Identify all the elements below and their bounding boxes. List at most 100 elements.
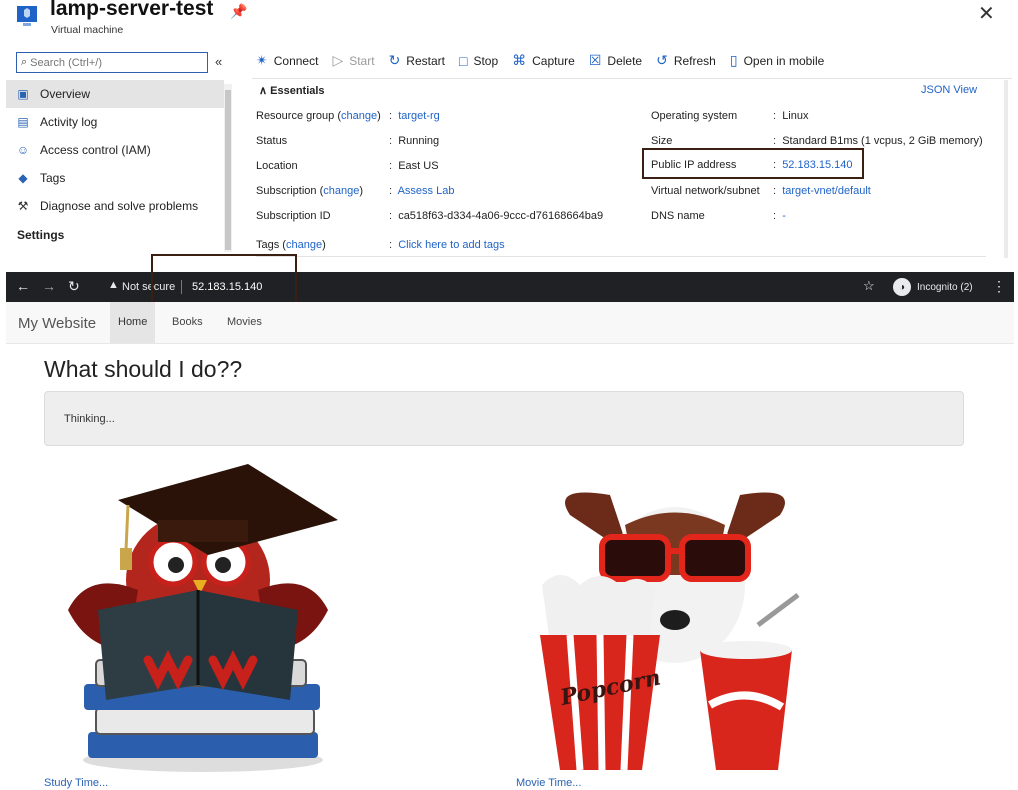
trash-icon: ☒ bbox=[588, 52, 602, 68]
page-subtitle: Virtual machine bbox=[51, 24, 124, 36]
vnet-label: Virtual network/subnet bbox=[651, 185, 760, 197]
refresh-icon: ↺ bbox=[656, 52, 668, 68]
size-value: Standard B1ms (1 vcpus, 2 GiB memory) bbox=[782, 135, 983, 147]
sidebar-item-access-control[interactable]: ☺ Access control (IAM) bbox=[6, 136, 224, 164]
vnet-value-row: : target-vnet/default bbox=[773, 185, 871, 197]
sidebar-item-label: Overview bbox=[40, 87, 91, 101]
essentials-scrollbar[interactable] bbox=[1004, 80, 1008, 258]
sidebar-scrollbar[interactable] bbox=[224, 84, 232, 252]
restart-button[interactable]: ↻ Restart bbox=[389, 52, 445, 69]
change-subscription-link[interactable]: change bbox=[323, 185, 359, 197]
sidebar-section-settings: Settings bbox=[17, 228, 65, 242]
location-value: East US bbox=[398, 160, 439, 172]
subscription-id-value-row: : ca518f63-d334-4a06-9ccc-d76168664ba9 bbox=[389, 210, 604, 222]
capture-icon: ⌘ bbox=[512, 52, 527, 68]
card-caption-study[interactable]: Study Time... bbox=[44, 777, 108, 789]
menu-kebab-icon[interactable]: ⋮ bbox=[992, 278, 1006, 295]
site-brand[interactable]: My Website bbox=[18, 315, 96, 332]
subscription-link[interactable]: Assess Lab bbox=[398, 185, 455, 197]
wrench-icon: ⚒ bbox=[17, 199, 29, 213]
change-tags-link[interactable]: change bbox=[286, 239, 322, 251]
site-heading: What should I do?? bbox=[44, 356, 243, 382]
json-view-link[interactable]: JSON View bbox=[921, 84, 977, 96]
size-label: Size bbox=[651, 135, 673, 147]
sidebar-item-diagnose[interactable]: ⚒ Diagnose and solve problems bbox=[6, 192, 224, 220]
search-box[interactable]: ⌕ bbox=[16, 52, 208, 73]
dns-value-row: : - bbox=[773, 210, 786, 222]
os-value-row: : Linux bbox=[773, 110, 809, 122]
resource-group-link[interactable]: target-rg bbox=[398, 110, 440, 122]
vnet-link[interactable]: target-vnet/default bbox=[782, 185, 871, 197]
sidebar-item-label: Tags bbox=[40, 171, 66, 185]
sidebar-item-overview[interactable]: ▣ Overview bbox=[6, 80, 224, 108]
command-toolbar: ✴ Connect ▷ Start ↻ Restart □ Stop ⌘ Capture … bbox=[256, 52, 838, 69]
search-icon: ⌕ bbox=[21, 56, 28, 68]
collapse-sidebar-button[interactable]: « bbox=[215, 54, 222, 69]
dns-link[interactable]: - bbox=[782, 210, 786, 222]
os-label: Operating system bbox=[651, 110, 738, 122]
capture-button[interactable]: ⌘ Capture bbox=[512, 52, 575, 69]
public-ip-highlight-box bbox=[642, 148, 864, 179]
azure-portal-pane: lamp-server-test Virtual machine 📌 ✕ ⌕ «… bbox=[0, 0, 1018, 270]
stop-button[interactable]: □ Stop bbox=[459, 53, 498, 69]
monitor-icon: ▣ bbox=[17, 87, 29, 101]
change-resource-group-link[interactable]: change bbox=[341, 110, 377, 122]
restart-icon: ↻ bbox=[388, 52, 401, 68]
delete-button[interactable]: ☒ Delete bbox=[589, 52, 642, 69]
tags-value-row: : Click here to add tags bbox=[389, 239, 505, 251]
search-input[interactable] bbox=[30, 56, 191, 69]
virtual-machine-icon bbox=[17, 6, 37, 26]
resource-group-row: Resource group (change) bbox=[256, 110, 381, 122]
nav-movies[interactable]: Movies bbox=[219, 302, 270, 343]
status-value: Running bbox=[398, 135, 440, 147]
essentials-divider bbox=[256, 256, 986, 257]
plug-icon: ✴ bbox=[256, 52, 268, 68]
sidebar-item-label: Activity log bbox=[40, 115, 98, 129]
incognito-indicator[interactable]: ◑ Incognito (2) bbox=[893, 278, 973, 296]
status-label: Status bbox=[256, 135, 288, 147]
star-icon[interactable]: ☆ bbox=[863, 278, 875, 294]
connect-button[interactable]: ✴ Connect bbox=[256, 52, 318, 69]
page-title: lamp-server-test bbox=[50, 0, 214, 20]
owl-books-image[interactable] bbox=[48, 460, 358, 775]
stop-icon: □ bbox=[458, 52, 468, 69]
dog-popcorn-image[interactable]: Popcorn bbox=[530, 485, 820, 775]
people-icon: ☺ bbox=[16, 143, 30, 157]
toolbar-divider bbox=[252, 78, 1012, 79]
card-caption-movie[interactable]: Movie Time... bbox=[516, 777, 581, 789]
os-value: Linux bbox=[782, 110, 809, 122]
status-text: Thinking... bbox=[64, 413, 115, 425]
start-button[interactable]: ▷ Start bbox=[332, 52, 374, 69]
nav-home[interactable]: Home bbox=[110, 302, 156, 343]
tags-row: Tags (change) bbox=[256, 239, 326, 251]
status-value-row: : Running bbox=[389, 135, 440, 147]
subscription-row: Subscription (change) bbox=[256, 185, 364, 197]
refresh-button[interactable]: ↺ Refresh bbox=[656, 52, 716, 69]
sidebar-item-label: Access control (IAM) bbox=[40, 143, 151, 157]
essentials-toggle[interactable]: ∧ Essentials bbox=[259, 84, 325, 97]
scrollbar-thumb[interactable] bbox=[225, 90, 231, 250]
tag-icon: ◆ bbox=[18, 171, 28, 185]
add-tags-link[interactable]: Click here to add tags bbox=[398, 239, 504, 251]
reload-icon[interactable]: ↻ bbox=[68, 278, 80, 295]
status-jumbotron: Thinking... bbox=[44, 391, 964, 446]
back-arrow-icon[interactable]: ← bbox=[16, 278, 30, 294]
close-icon[interactable]: ✕ bbox=[978, 1, 995, 26]
incognito-icon: ◑ bbox=[893, 278, 911, 296]
pin-icon[interactable]: 📌 bbox=[230, 3, 247, 20]
sidebar: ▣ Overview ▤ Activity log ☺ Access contr… bbox=[6, 80, 224, 258]
sidebar-item-activity-log[interactable]: ▤ Activity log bbox=[6, 108, 224, 136]
nav-books[interactable]: Books bbox=[164, 302, 211, 343]
subscription-value-row: : Assess Lab bbox=[389, 185, 455, 197]
location-label: Location bbox=[256, 160, 298, 172]
forward-arrow-icon[interactable]: → bbox=[42, 278, 56, 294]
mobile-icon: ▯ bbox=[729, 52, 738, 68]
sidebar-item-label: Diagnose and solve problems bbox=[40, 199, 199, 213]
dns-label: DNS name bbox=[651, 210, 705, 222]
resource-group-value-row: : target-rg bbox=[389, 110, 440, 122]
subscription-id-label: Subscription ID bbox=[256, 210, 331, 222]
size-value-row: : Standard B1ms (1 vcpus, 2 GiB memory) bbox=[773, 135, 983, 147]
sidebar-item-tags[interactable]: ◆ Tags bbox=[6, 164, 224, 192]
warning-icon: ▲ bbox=[108, 279, 119, 291]
open-in-mobile-button[interactable]: ▯ Open in mobile bbox=[730, 52, 824, 69]
